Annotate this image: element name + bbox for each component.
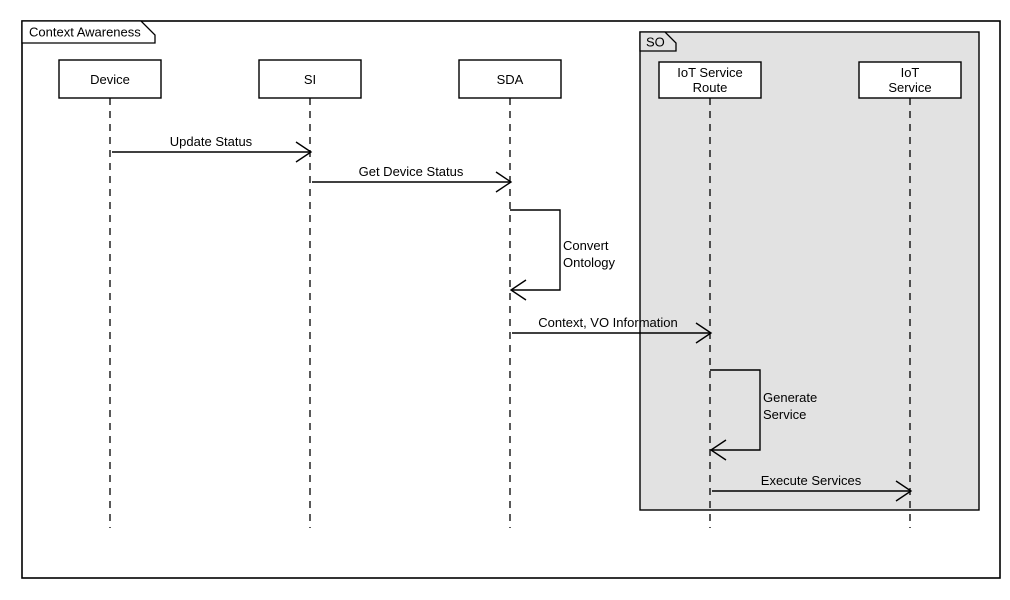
so-frame-label: SO xyxy=(646,34,665,49)
message-generate-service-label-2: Service xyxy=(763,407,806,422)
lifeline-iot-service-route-label-2: Route xyxy=(693,80,728,95)
lifeline-iot-service-label-2: Service xyxy=(888,80,931,95)
message-update-status[interactable]: Update Status xyxy=(112,134,313,163)
so-frame-border xyxy=(639,31,980,511)
lifeline-sda-label: SDA xyxy=(497,72,524,87)
message-generate-service-label: Generate xyxy=(763,390,817,405)
lifeline-device[interactable]: Device xyxy=(58,59,162,528)
lifeline-iot-service-label: IoT xyxy=(901,65,920,80)
uml-sequence-canvas: Context Awareness SO Device SI SDA IoT S… xyxy=(21,20,1001,579)
message-convert-ontology-label: Convert xyxy=(563,238,609,253)
lifeline-si[interactable]: SI xyxy=(258,59,362,528)
message-context-vo-information-label: Context, VO Information xyxy=(538,315,677,330)
message-get-device-status-label: Get Device Status xyxy=(359,164,464,179)
message-update-status-label: Update Status xyxy=(170,134,253,149)
message-convert-ontology-loop xyxy=(510,209,561,291)
message-get-device-status[interactable]: Get Device Status xyxy=(312,164,513,193)
message-convert-ontology[interactable]: Convert Ontology xyxy=(509,209,616,301)
sequence-diagram-root: Context Awareness SO Device SI SDA IoT S… xyxy=(0,0,1010,600)
lifeline-device-label: Device xyxy=(90,72,130,87)
lifeline-sda[interactable]: SDA xyxy=(458,59,562,528)
lifeline-si-label: SI xyxy=(304,72,316,87)
lifeline-iot-service-route-label: IoT Service xyxy=(677,65,743,80)
message-execute-services-label: Execute Services xyxy=(761,473,862,488)
outer-frame-label: Context Awareness xyxy=(29,24,141,39)
inner-frame-so: SO xyxy=(639,31,980,511)
message-convert-ontology-label-2: Ontology xyxy=(563,255,616,270)
